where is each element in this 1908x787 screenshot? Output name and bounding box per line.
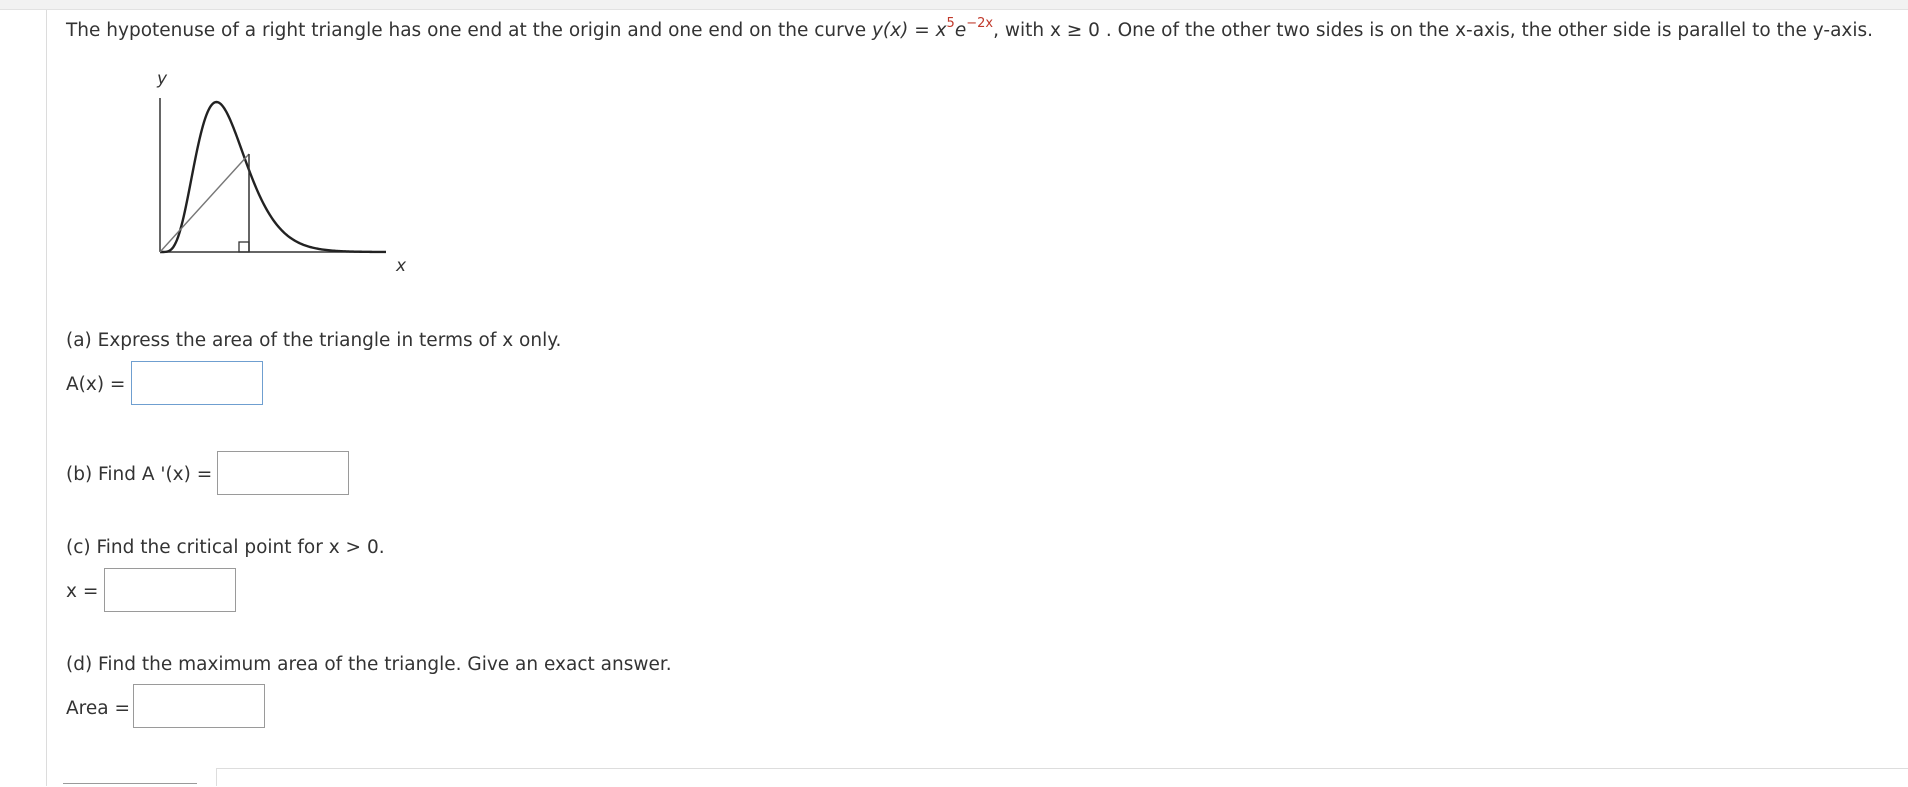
left-margin-rule [46,10,47,786]
part-d-text: (d) Find the maximum area of the triangl… [66,654,672,675]
part-a-text: (a) Express the area of the triangle in … [66,330,562,351]
part-d-label: Area = [66,698,130,719]
part-c-text: (c) Find the critical point for x > 0. [66,537,385,558]
top-divider [0,0,1908,10]
bottom-divider [216,768,1908,769]
submit-button[interactable] [63,783,197,787]
figure-hypotenuse [159,153,250,253]
figure-y-label: y [156,69,168,89]
part-a-label: A(x) = [66,374,126,395]
part-b-label: (b) Find A '(x) = [66,464,213,485]
bottom-panel-edge [216,768,217,786]
part-a-input[interactable] [131,361,263,405]
triangle-curve-figure: y x [156,69,407,276]
part-c-label: x = [66,581,99,602]
question-text: The hypotenuse of a right triangle has o… [66,16,1874,41]
part-d-input[interactable] [133,684,265,728]
figure-right-angle-mark [238,241,250,253]
figure-x-label: x [395,256,407,276]
figure-curve [160,100,386,254]
part-c-input[interactable] [104,568,236,612]
part-b-input[interactable] [217,451,349,495]
